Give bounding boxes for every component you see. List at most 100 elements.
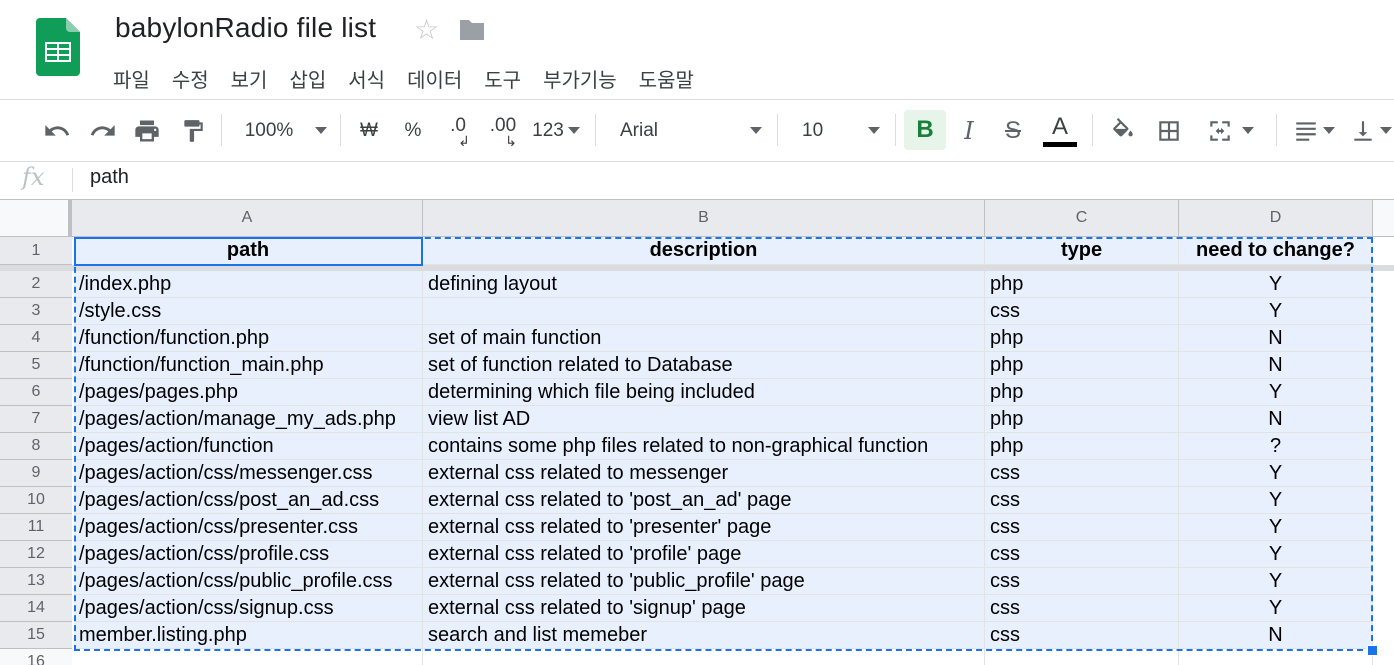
cell-description[interactable]: external css related to 'post_an_ad' pag… xyxy=(423,487,985,514)
number-format-select[interactable]: 123 xyxy=(528,100,584,161)
row-header[interactable]: 11 xyxy=(0,514,72,541)
cell-description[interactable]: external css related to messenger xyxy=(423,460,985,487)
cell-need-to-change[interactable]: Y xyxy=(1179,568,1373,595)
select-all-corner[interactable] xyxy=(0,200,72,237)
menu-help[interactable]: 도움말 xyxy=(639,60,694,97)
merge-cells-icon[interactable] xyxy=(1198,100,1262,161)
header-cell-type[interactable]: type xyxy=(985,237,1179,265)
align-left-icon[interactable] xyxy=(1288,100,1340,161)
cell-path[interactable]: /style.css xyxy=(74,298,423,325)
paint-format-icon[interactable] xyxy=(176,100,210,161)
menu-view[interactable]: 보기 xyxy=(231,60,268,97)
frozen-row-divider[interactable] xyxy=(0,265,1394,271)
cell-path[interactable]: /pages/action/function xyxy=(74,433,423,460)
cell-type[interactable]: php xyxy=(985,325,1179,352)
cell-need-to-change[interactable]: N xyxy=(1179,325,1373,352)
cell-description[interactable] xyxy=(423,298,985,325)
font-family-select[interactable]: Arial xyxy=(610,100,770,161)
cell-description[interactable] xyxy=(423,649,985,665)
document-title[interactable]: babylonRadio file list xyxy=(115,12,376,44)
cell-need-to-change[interactable]: Y xyxy=(1179,514,1373,541)
cell-type[interactable]: css xyxy=(985,622,1179,649)
cell-path[interactable]: /pages/action/css/public_profile.css xyxy=(74,568,423,595)
cell-description[interactable]: defining layout xyxy=(423,271,985,298)
cell-description[interactable]: external css related to 'presenter' page xyxy=(423,514,985,541)
row-header[interactable]: 16 xyxy=(0,649,72,665)
cell-type[interactable]: css xyxy=(985,460,1179,487)
menu-data[interactable]: 데이터 xyxy=(407,60,462,97)
percent-button[interactable]: % xyxy=(398,100,428,161)
print-icon[interactable] xyxy=(130,100,164,161)
cell-path[interactable]: /index.php xyxy=(74,271,423,298)
cell-need-to-change[interactable]: Y xyxy=(1179,298,1373,325)
cell-description[interactable]: set of main function xyxy=(423,325,985,352)
cell-need-to-change[interactable]: N xyxy=(1179,406,1373,433)
row-header[interactable]: 10 xyxy=(0,487,72,514)
cell-description[interactable]: search and list memeber xyxy=(423,622,985,649)
decrease-decimal-button[interactable]: .0 ↲ xyxy=(440,100,476,161)
undo-icon[interactable] xyxy=(40,100,74,161)
cell-path[interactable]: /pages/action/css/presenter.css xyxy=(74,514,423,541)
cell-path[interactable]: /function/function.php xyxy=(74,325,423,352)
cell-description[interactable]: contains some php files related to non-g… xyxy=(423,433,985,460)
cell-type[interactable]: php xyxy=(985,352,1179,379)
cell-need-to-change[interactable]: Y xyxy=(1179,595,1373,622)
row-header[interactable]: 6 xyxy=(0,379,72,406)
font-size-select[interactable]: 10 xyxy=(792,100,888,161)
cell-path[interactable] xyxy=(74,649,423,665)
fill-color-icon[interactable] xyxy=(1106,100,1140,161)
increase-decimal-button[interactable]: .00 ↳ xyxy=(484,100,522,161)
borders-icon[interactable] xyxy=(1152,100,1186,161)
cell-need-to-change[interactable]: Y xyxy=(1179,487,1373,514)
cell-description[interactable]: set of function related to Database xyxy=(423,352,985,379)
google-sheets-logo-icon[interactable] xyxy=(36,18,80,76)
column-header-e[interactable] xyxy=(1373,200,1394,237)
folder-icon[interactable] xyxy=(458,18,486,42)
cell-need-to-change[interactable] xyxy=(1179,649,1373,665)
row-header[interactable]: 2 xyxy=(0,271,72,298)
row-header[interactable]: 3 xyxy=(0,298,72,325)
fill-handle[interactable] xyxy=(1367,645,1378,656)
row-header[interactable]: 4 xyxy=(0,325,72,352)
column-header-d[interactable]: D xyxy=(1179,200,1373,237)
row-header[interactable]: 1 xyxy=(0,237,72,265)
header-cell-path[interactable]: path xyxy=(74,237,423,265)
cell-type[interactable]: css xyxy=(985,514,1179,541)
header-cell-description[interactable]: description xyxy=(423,237,985,265)
formula-input[interactable]: path xyxy=(90,166,129,189)
cell-need-to-change[interactable]: Y xyxy=(1179,271,1373,298)
cell-type[interactable]: php xyxy=(985,406,1179,433)
menu-tools[interactable]: 도구 xyxy=(484,60,521,97)
cell-type[interactable] xyxy=(985,649,1179,665)
cell-need-to-change[interactable]: Y xyxy=(1179,460,1373,487)
redo-icon[interactable] xyxy=(86,100,120,161)
menu-file[interactable]: 파일 xyxy=(113,60,150,97)
row-header[interactable]: 8 xyxy=(0,433,72,460)
cell-path[interactable]: member.listing.php xyxy=(74,622,423,649)
cell-path[interactable]: /pages/action/manage_my_ads.php xyxy=(74,406,423,433)
column-header-a[interactable]: A xyxy=(72,200,423,237)
cell-path[interactable]: /pages/action/css/profile.css xyxy=(74,541,423,568)
cell-type[interactable]: css xyxy=(985,487,1179,514)
currency-button[interactable]: ₩ xyxy=(354,100,384,161)
cell-description[interactable]: external css related to 'signup' page xyxy=(423,595,985,622)
zoom-select[interactable]: 100% xyxy=(236,100,336,161)
cell-description[interactable]: external css related to 'profile' page xyxy=(423,541,985,568)
text-color-button[interactable]: A xyxy=(1042,100,1078,161)
cell-description[interactable]: determining which file being included xyxy=(423,379,985,406)
column-header-b[interactable]: B xyxy=(423,200,985,237)
star-icon[interactable]: ☆ xyxy=(414,14,439,46)
menu-edit[interactable]: 수정 xyxy=(172,60,209,97)
cell-path[interactable]: /pages/action/css/messenger.css xyxy=(74,460,423,487)
menu-format[interactable]: 서식 xyxy=(348,60,385,97)
cell-path[interactable]: /pages/pages.php xyxy=(74,379,423,406)
cell-path[interactable]: /function/function_main.php xyxy=(74,352,423,379)
cell-path[interactable]: /pages/action/css/signup.css xyxy=(74,595,423,622)
cell-type[interactable]: css xyxy=(985,541,1179,568)
vertical-align-icon[interactable] xyxy=(1350,100,1394,161)
cell-need-to-change[interactable]: Y xyxy=(1179,379,1373,406)
cell-need-to-change[interactable]: ? xyxy=(1179,433,1373,460)
menu-insert[interactable]: 삽입 xyxy=(289,60,326,97)
cell-type[interactable]: php xyxy=(985,433,1179,460)
cell-need-to-change[interactable]: N xyxy=(1179,352,1373,379)
